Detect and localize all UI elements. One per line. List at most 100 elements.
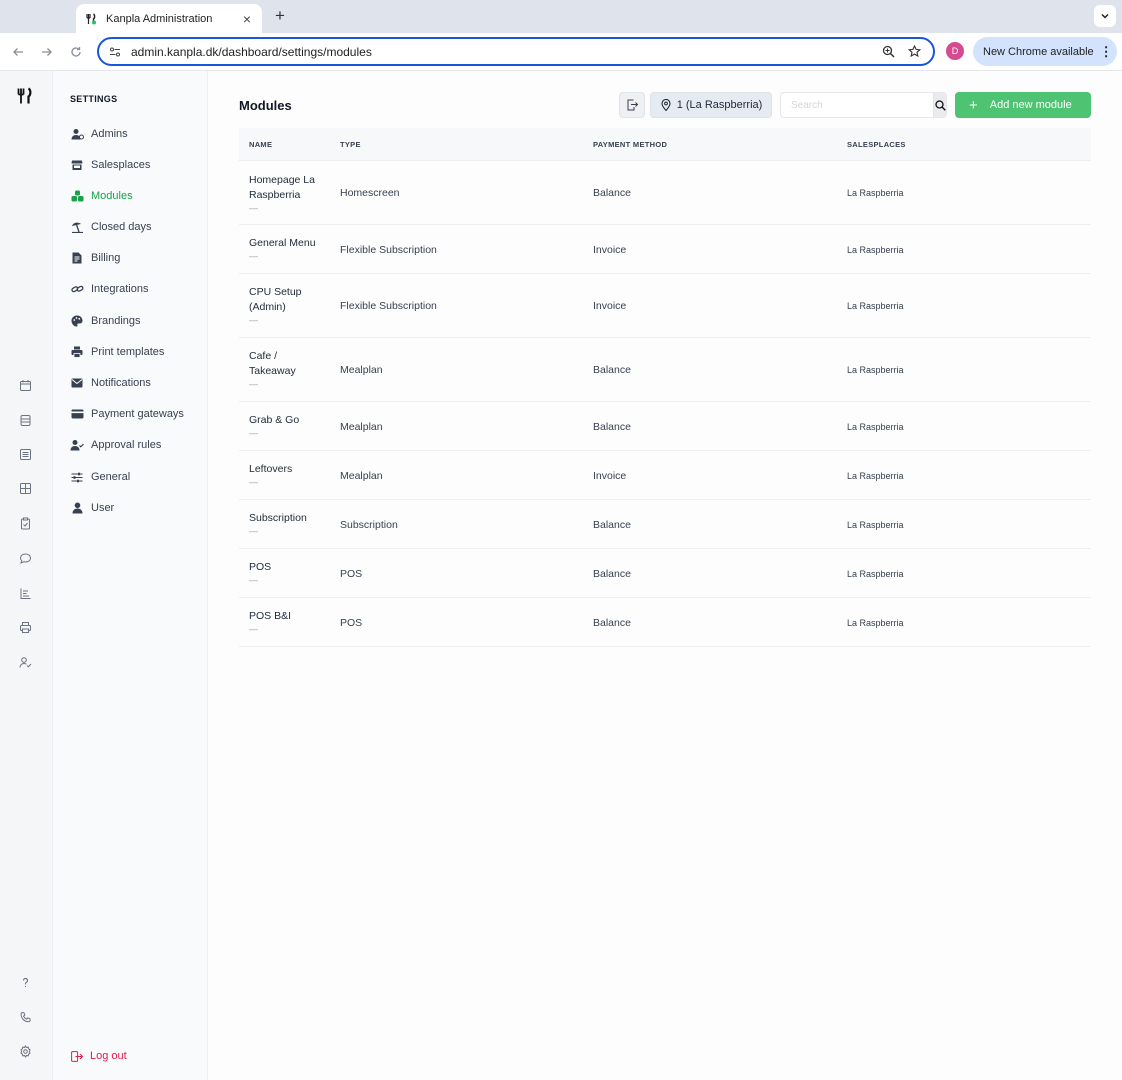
- sidebar-item-billing[interactable]: Billing: [70, 248, 120, 268]
- column-header-salesplaces[interactable]: SALESPLACES: [847, 128, 906, 161]
- module-payment-method: Balance: [593, 567, 631, 580]
- sidebar-item-approval-rules[interactable]: Approval rules: [70, 435, 161, 455]
- add-new-module-button[interactable]: + Add new module: [955, 92, 1091, 118]
- beach-umbrella-icon: [70, 220, 84, 234]
- sidebar-item-label: Billing: [91, 252, 121, 264]
- list-icon[interactable]: [16, 445, 34, 463]
- module-type: Mealplan: [340, 420, 383, 433]
- module-name: Subscription: [249, 512, 307, 524]
- palette-icon: [70, 314, 84, 328]
- search-icon: [934, 99, 946, 111]
- location-filter-button[interactable]: 1 (La Raspberria): [650, 92, 772, 118]
- help-question-icon[interactable]: [16, 973, 34, 991]
- bookmark-star-icon[interactable]: [905, 43, 923, 61]
- module-type: Homescreen: [340, 187, 400, 199]
- database-icon[interactable]: [16, 411, 34, 429]
- sliders-icon: [70, 470, 84, 484]
- table-row[interactable]: Homepage La Raspberria — Homescreen Bala…: [239, 161, 1091, 225]
- module-salesplaces: La Raspberria: [847, 301, 904, 311]
- table-row[interactable]: CPU Setup (Admin) — Flexible Subscriptio…: [239, 274, 1091, 338]
- module-salesplaces: La Raspberria: [847, 421, 904, 432]
- calendar-icon[interactable]: [16, 376, 34, 394]
- search-button[interactable]: [933, 93, 946, 117]
- table-row[interactable]: Leftovers — Mealplan Invoice La Raspberr…: [239, 451, 1091, 500]
- module-subtext: —: [249, 526, 258, 536]
- module-name-cell: Subscription —: [249, 511, 329, 536]
- browser-tab-bar: Kanpla Administration × +: [0, 0, 1122, 33]
- sidebar-item-notifications[interactable]: Notifications: [70, 373, 151, 393]
- module-salesplaces: La Raspberria: [847, 188, 904, 198]
- sidebar-item-label: Print templates: [91, 346, 165, 358]
- sidebar-item-salesplaces[interactable]: Salesplaces: [70, 155, 150, 175]
- sidebar-item-label: Closed days: [91, 221, 152, 233]
- sidebar-item-payment-gateways[interactable]: Payment gateways: [70, 404, 184, 424]
- logout-button[interactable]: Log out: [70, 1046, 127, 1066]
- table-row[interactable]: POS — POS Balance La Raspberria: [239, 549, 1091, 598]
- column-header-name[interactable]: NAME: [249, 128, 272, 161]
- kebab-menu-icon[interactable]: ⋮: [1100, 45, 1113, 58]
- table-row[interactable]: Subscription — Subscription Balance La R…: [239, 500, 1091, 549]
- sidebar-item-user[interactable]: User: [70, 498, 114, 518]
- chrome-update-button[interactable]: New Chrome available ⋮: [973, 37, 1117, 66]
- module-salesplaces: La Raspberria: [847, 470, 904, 481]
- table-row[interactable]: POS B&I — POS Balance La Raspberria: [239, 598, 1091, 647]
- chat-bubble-icon[interactable]: [16, 549, 34, 567]
- zoom-icon[interactable]: [879, 43, 897, 61]
- module-subtext: —: [249, 575, 258, 585]
- module-type: Mealplan: [340, 364, 383, 376]
- module-payment-method: Balance: [593, 364, 631, 376]
- forward-arrow-icon[interactable]: [37, 42, 57, 62]
- sidebar-item-label: User: [91, 502, 115, 514]
- table-row[interactable]: Cafe / Takeaway — Mealplan Balance La Ra…: [239, 338, 1091, 402]
- sidebar-item-print-templates[interactable]: Print templates: [70, 342, 164, 362]
- sidebar-item-label: Notifications: [91, 377, 151, 389]
- address-bar[interactable]: admin.kanpla.dk/dashboard/settings/modul…: [97, 37, 935, 66]
- add-new-module-label: Add new module: [989, 99, 1072, 111]
- kanpla-logo-icon[interactable]: [16, 87, 34, 105]
- plus-icon: +: [969, 96, 978, 114]
- sidebar-item-general[interactable]: General: [70, 467, 130, 487]
- chrome-update-label: New Chrome available: [983, 45, 1094, 58]
- module-type: Flexible Subscription: [340, 300, 437, 312]
- search-box: [780, 92, 947, 118]
- sidebar-item-modules[interactable]: Modules: [70, 186, 133, 206]
- export-button[interactable]: [619, 92, 645, 118]
- printer-rail-icon[interactable]: [16, 618, 34, 636]
- table-row[interactable]: General Menu — Flexible Subscription Inv…: [239, 225, 1091, 274]
- gear-icon[interactable]: [16, 1042, 34, 1060]
- site-settings-icon[interactable]: [109, 46, 121, 58]
- browser-toolbar: admin.kanpla.dk/dashboard/settings/modul…: [0, 33, 1122, 71]
- back-arrow-icon[interactable]: [8, 42, 28, 62]
- column-header-type[interactable]: TYPE: [340, 128, 361, 161]
- url-text[interactable]: admin.kanpla.dk/dashboard/settings/modul…: [131, 45, 871, 59]
- sidebar-item-admins[interactable]: Admins: [70, 124, 128, 144]
- logout-icon: [70, 1049, 84, 1063]
- module-type: POS: [340, 567, 363, 580]
- phone-icon[interactable]: [16, 1008, 34, 1026]
- module-type: Mealplan: [340, 469, 383, 482]
- sidebar-item-brandings[interactable]: Brandings: [70, 311, 141, 331]
- map-pin-icon: [660, 99, 672, 111]
- grid-icon[interactable]: [16, 479, 34, 497]
- reload-icon[interactable]: [66, 42, 86, 62]
- module-name: Homepage La Raspberria: [249, 174, 315, 201]
- settings-heading: SETTINGS: [70, 94, 118, 104]
- search-input[interactable]: [781, 93, 933, 117]
- module-subtext: —: [249, 203, 258, 213]
- column-header-payment-method[interactable]: PAYMENT METHOD: [593, 128, 667, 161]
- sidebar-item-integrations[interactable]: Integrations: [70, 279, 148, 299]
- module-name-cell: POS B&I —: [249, 609, 329, 634]
- profile-avatar[interactable]: D: [946, 42, 964, 60]
- bar-chart-icon[interactable]: [16, 584, 34, 602]
- user-check-rail-icon[interactable]: [16, 653, 34, 671]
- module-subtext: —: [249, 379, 258, 389]
- table-row[interactable]: Grab & Go — Mealplan Balance La Raspberr…: [239, 402, 1091, 451]
- new-tab-icon[interactable]: +: [270, 6, 290, 26]
- printer-icon: [70, 345, 84, 359]
- browser-tab[interactable]: Kanpla Administration ×: [76, 4, 262, 33]
- close-tab-icon[interactable]: ×: [240, 11, 254, 27]
- sidebar-item-closed-days[interactable]: Closed days: [70, 217, 152, 237]
- module-name: Leftovers: [249, 463, 293, 475]
- tab-search-chevron-icon[interactable]: [1094, 5, 1116, 27]
- clipboard-check-icon[interactable]: [16, 514, 34, 532]
